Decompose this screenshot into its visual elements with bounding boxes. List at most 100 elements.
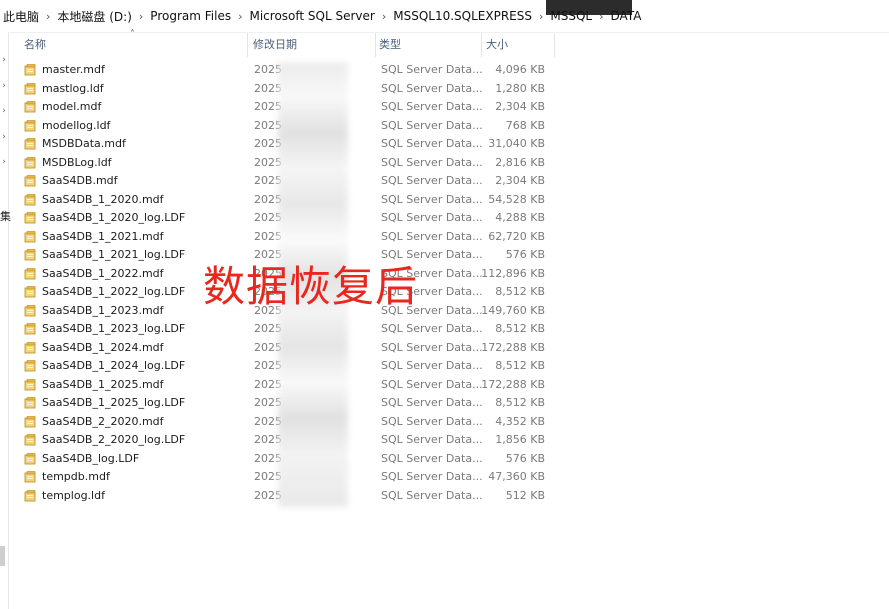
file-name[interactable]: SaaS4DB_1_2024.mdf (42, 339, 164, 358)
column-header-date[interactable]: 修改日期 (253, 33, 297, 57)
breadcrumb-item[interactable]: Microsoft SQL Server (246, 9, 377, 23)
file-size: 149,760 KB (481, 303, 545, 317)
file-name[interactable]: MSDBLog.ldf (42, 154, 112, 173)
file-name[interactable]: SaaS4DB_1_2020_log.LDF (42, 209, 185, 228)
column-divider[interactable] (375, 33, 376, 57)
file-type: SQL Server Data... (381, 322, 483, 335)
file-row[interactable]: SaaS4DB_1_2022.mdf 2025 SQL Server Data...… (0, 265, 889, 284)
file-type: SQL Server Data... (381, 377, 483, 391)
sql-data-file-icon (24, 193, 37, 206)
file-row[interactable]: SaaS4DB_1_2020.mdf 2025 SQL Server Data...… (0, 191, 889, 210)
chevron-right-icon[interactable]: › (42, 10, 54, 23)
file-name[interactable]: SaaS4DB_1_2025_log.LDF (42, 394, 185, 413)
chevron-right-icon[interactable]: › (135, 10, 147, 23)
sql-data-file-icon (24, 360, 37, 372)
file-size: 4,352 KB (495, 414, 545, 428)
file-name[interactable]: SaaS4DB_1_2022.mdf (42, 265, 164, 284)
file-row[interactable]: modellog.ldf 2025 SQL Server Data... 768 KB (0, 117, 889, 136)
column-divider[interactable] (481, 33, 482, 57)
scrollbar-thumb[interactable] (0, 546, 5, 566)
file-name[interactable]: SaaS4DB_1_2024_log.LDF (42, 357, 185, 376)
file-type: SQL Server Data... (381, 81, 483, 95)
file-row[interactable]: SaaS4DB_1_2021_log.LDF 2025 SQL Server Dat… (0, 246, 889, 265)
file-name[interactable]: tempdb.mdf (42, 468, 110, 487)
file-name[interactable]: SaaS4DB_1_2021.mdf (42, 228, 164, 247)
file-size: 4,288 KB (495, 211, 545, 224)
file-row[interactable]: SaaS4DB_2_2020.mdf 2025 SQL Server Data...… (0, 413, 889, 432)
file-name[interactable]: SaaS4DB_1_2022_log.LDF (42, 283, 185, 302)
sql-data-file-icon (24, 267, 37, 280)
column-header-type[interactable]: 类型 (379, 33, 401, 57)
sql-data-file-icon (24, 341, 37, 354)
file-size: 1,280 KB (495, 81, 545, 95)
file-name[interactable]: mastlog.ldf (42, 80, 104, 99)
file-name[interactable]: SaaS4DB_1_2021_log.LDF (42, 246, 185, 265)
file-name[interactable]: SaaS4DB_1_2020.mdf (42, 191, 164, 210)
file-row[interactable]: SaaS4DB.mdf 2025 SQL Server Data... 2,304 K… (0, 172, 889, 191)
file-row[interactable]: SaaS4DB_1_2024.mdf 2025 SQL Server Data...… (0, 339, 889, 358)
breadcrumb-item[interactable]: DATA (608, 9, 645, 23)
file-size: 2,304 KB (495, 100, 545, 113)
file-type: SQL Server Data... (381, 470, 483, 483)
file-type: SQL Server Data... (381, 192, 483, 206)
file-row[interactable]: SaaS4DB_1_2023_log.LDF 2025 SQL Server Dat… (0, 320, 889, 339)
chevron-right-icon[interactable]: › (378, 10, 390, 23)
file-name[interactable]: SaaS4DB_log.LDF (42, 450, 139, 469)
file-name[interactable]: SaaS4DB_1_2025.mdf (42, 376, 164, 395)
breadcrumb-item[interactable]: 此电脑 (0, 8, 42, 25)
file-row[interactable]: master.mdf 2025 SQL Server Data... 4,096 KB (0, 61, 889, 80)
file-row[interactable]: templog.ldf 2025 SQL Server Data... 512 KB (0, 487, 889, 506)
file-name[interactable]: SaaS4DB_2_2020_log.LDF (42, 431, 185, 450)
file-row[interactable]: MSDBLog.ldf 2025 SQL Server Data... 2,816 K… (0, 154, 889, 173)
file-name[interactable]: master.mdf (42, 61, 105, 80)
file-row[interactable]: SaaS4DB_1_2022_log.LDF 2025 SQL Server Dat… (0, 283, 889, 302)
chevron-right-icon[interactable]: › (234, 10, 246, 23)
chevron-right-icon[interactable]: › (535, 10, 547, 23)
file-name[interactable]: SaaS4DB_2_2020.mdf (42, 413, 164, 432)
file-row[interactable]: model.mdf 2025 SQL Server Data... 2,304 KB (0, 98, 889, 117)
column-header-row: ˄ 名称 修改日期 类型 大小 (14, 29, 584, 57)
file-row[interactable]: SaaS4DB_1_2025.mdf 2025 SQL Server Data...… (0, 376, 889, 395)
file-row[interactable]: tempdb.mdf 2025 SQL Server Data... 47,360 K… (0, 468, 889, 487)
sql-data-file-icon (24, 323, 37, 335)
file-name[interactable]: SaaS4DB.mdf (42, 172, 118, 191)
chevron-right-icon[interactable]: › (595, 10, 607, 23)
file-name[interactable]: SaaS4DB_1_2023.mdf (42, 302, 164, 321)
column-divider[interactable] (554, 33, 555, 57)
file-row[interactable]: SaaS4DB_1_2024_log.LDF 2025 SQL Server Dat… (0, 357, 889, 376)
breadcrumb-item[interactable]: MSSQL (547, 9, 595, 23)
file-row[interactable]: SaaS4DB_1_2025_log.LDF 2025 SQL Server Dat… (0, 394, 889, 413)
file-name[interactable]: model.mdf (42, 98, 101, 117)
file-size: 172,288 KB (481, 340, 545, 354)
sql-data-file-icon (24, 249, 37, 261)
breadcrumb-item[interactable]: MSSQL10.SQLEXPRESS (390, 9, 535, 23)
file-size: 8,512 KB (495, 285, 545, 298)
breadcrumb-item[interactable]: 本地磁盘 (D:) (54, 8, 134, 25)
column-header-name[interactable]: 名称 (24, 33, 46, 57)
column-divider[interactable] (247, 33, 248, 57)
file-type: SQL Server Data... (381, 340, 483, 354)
file-type: SQL Server Data... (381, 137, 483, 150)
file-name[interactable]: templog.ldf (42, 487, 105, 506)
file-name[interactable]: modellog.ldf (42, 117, 110, 136)
sql-data-file-icon (24, 175, 37, 187)
file-type: SQL Server Data... (381, 155, 483, 169)
file-name[interactable]: MSDBData.mdf (42, 135, 126, 154)
file-size: 4,096 KB (495, 63, 545, 76)
file-size: 172,288 KB (481, 377, 545, 391)
file-name[interactable]: SaaS4DB_1_2023_log.LDF (42, 320, 185, 339)
file-row[interactable]: SaaS4DB_log.LDF 2025 SQL Server Data... 576… (0, 450, 889, 469)
file-row[interactable]: SaaS4DB_2_2020_log.LDF 2025 SQL Server Dat… (0, 431, 889, 450)
file-type: SQL Server Data... (381, 414, 483, 428)
file-row[interactable]: MSDBData.mdf 2025 SQL Server Data... 31,040… (0, 135, 889, 154)
file-row[interactable]: SaaS4DB_1_2020_log.LDF 2025 SQL Server Dat… (0, 209, 889, 228)
file-type: SQL Server Data... (381, 63, 483, 76)
file-size: 576 KB (505, 451, 545, 465)
sort-up-icon: ˄ (130, 29, 135, 40)
file-row[interactable]: mastlog.ldf 2025 SQL Server Data... 1,280 K… (0, 80, 889, 99)
file-size: 8,512 KB (495, 359, 545, 372)
file-row[interactable]: SaaS4DB_1_2023.mdf 2025 SQL Server Data...… (0, 302, 889, 321)
breadcrumb-item[interactable]: Program Files (147, 9, 234, 23)
file-row[interactable]: SaaS4DB_1_2021.mdf 2025 SQL Server Data...… (0, 228, 889, 247)
column-header-size[interactable]: 大小 (486, 33, 508, 57)
